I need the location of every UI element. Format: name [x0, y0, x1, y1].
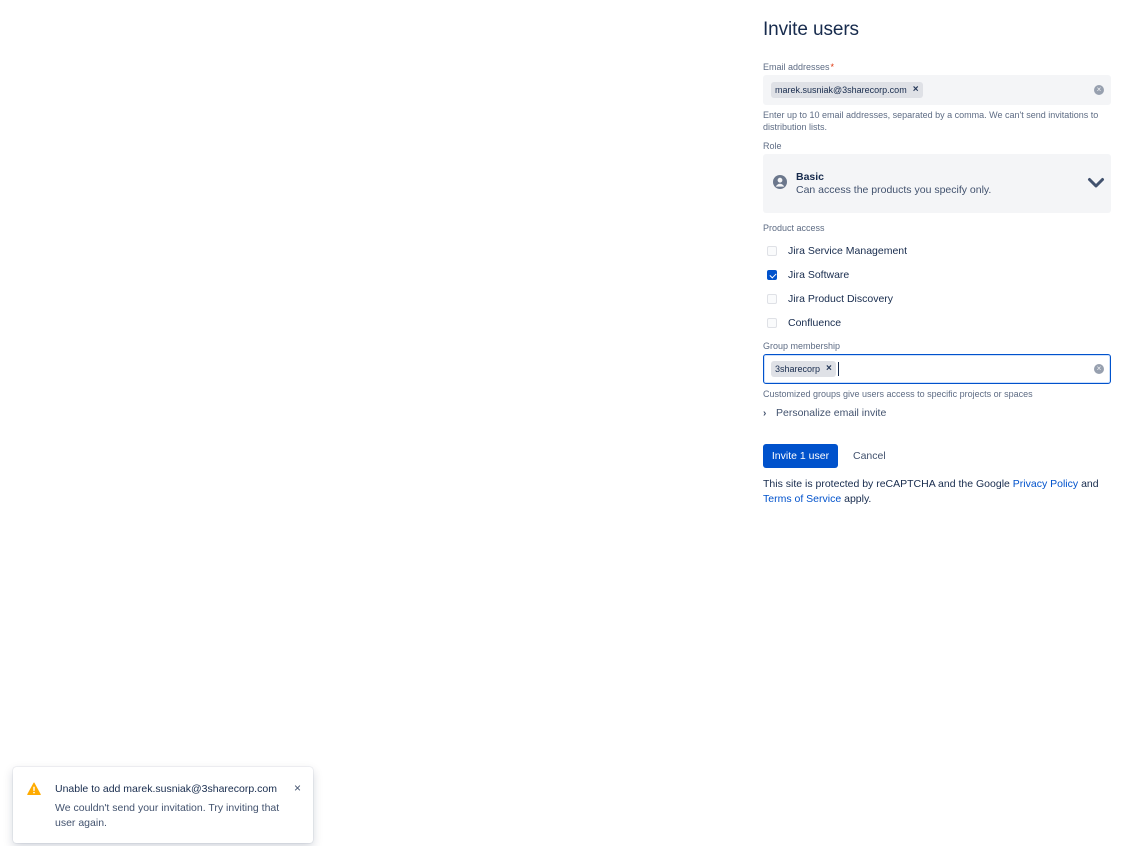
group-membership-label: Group membership: [763, 341, 841, 351]
role-select[interactable]: Basic Can access the products you specif…: [763, 154, 1111, 213]
product-option-confluence[interactable]: Confluence: [763, 315, 841, 331]
email-tag: marek.susniak@3sharecorp.com ×: [771, 82, 923, 98]
group-tag: 3sharecorp ×: [771, 361, 836, 377]
product-option-jira-software[interactable]: Jira Software: [763, 267, 849, 283]
group-membership-field[interactable]: 3sharecorp × ×: [763, 354, 1111, 384]
cancel-button[interactable]: Cancel: [847, 444, 892, 468]
error-flag: Unable to add marek.susniak@3sharecorp.c…: [13, 767, 313, 843]
product-option-label: Jira Service Management: [788, 245, 908, 257]
flag-title: Unable to add marek.susniak@3sharecorp.c…: [55, 783, 277, 795]
flag-body: We couldn't send your invitation. Try in…: [55, 802, 280, 829]
email-label: Email addresses*: [763, 62, 835, 72]
email-helper-text: Enter up to 10 email addresses, separate…: [763, 110, 1099, 132]
checkbox-jira-service-management[interactable]: [767, 246, 777, 256]
chevron-down-icon[interactable]: [1087, 177, 1105, 189]
checkbox-confluence[interactable]: [767, 318, 777, 328]
email-field[interactable]: marek.susniak@3sharecorp.com × ×: [763, 75, 1111, 105]
role-label: Role: [763, 141, 782, 151]
product-option-jira-product-discovery[interactable]: Jira Product Discovery: [763, 291, 893, 307]
role-selected-description: Can access the products you specify only…: [796, 184, 992, 196]
product-access-label: Product access: [763, 223, 825, 233]
terms-of-service-link[interactable]: Terms of Service: [763, 493, 841, 505]
recaptcha-notice: This site is protected by reCAPTCHA and …: [763, 478, 1099, 505]
group-tag-label: 3sharecorp: [775, 364, 821, 374]
email-clear-icon[interactable]: ×: [1094, 85, 1104, 95]
text-caret: [838, 362, 839, 376]
privacy-policy-link[interactable]: Privacy Policy: [1013, 478, 1078, 490]
chevron-right-icon: ›: [763, 407, 767, 419]
group-clear-icon[interactable]: ×: [1094, 364, 1104, 374]
user-avatar-icon: [773, 175, 787, 189]
personalize-email-label: Personalize email invite: [776, 407, 887, 419]
email-tag-label: marek.susniak@3sharecorp.com: [775, 85, 907, 95]
checkbox-jira-product-discovery[interactable]: [767, 294, 777, 304]
required-mark: *: [830, 62, 835, 72]
group-tag-remove-icon[interactable]: ×: [826, 361, 832, 377]
email-tag-remove-icon[interactable]: ×: [913, 82, 919, 98]
product-option-jira-service-management[interactable]: Jira Service Management: [763, 243, 907, 259]
warning-icon: [27, 782, 41, 795]
invite-button[interactable]: Invite 1 user: [763, 444, 838, 468]
product-option-label: Jira Product Discovery: [788, 293, 894, 305]
product-option-label: Confluence: [788, 317, 842, 329]
personalize-email-toggle[interactable]: › Personalize email invite: [763, 407, 886, 419]
product-option-label: Jira Software: [788, 269, 850, 281]
checkbox-jira-software[interactable]: [767, 270, 777, 280]
group-helper-text: Customized groups give users access to s…: [763, 389, 1033, 399]
page-title: Invite users: [763, 19, 859, 40]
role-selected-name: Basic: [796, 171, 825, 183]
close-icon[interactable]: ×: [294, 782, 301, 794]
